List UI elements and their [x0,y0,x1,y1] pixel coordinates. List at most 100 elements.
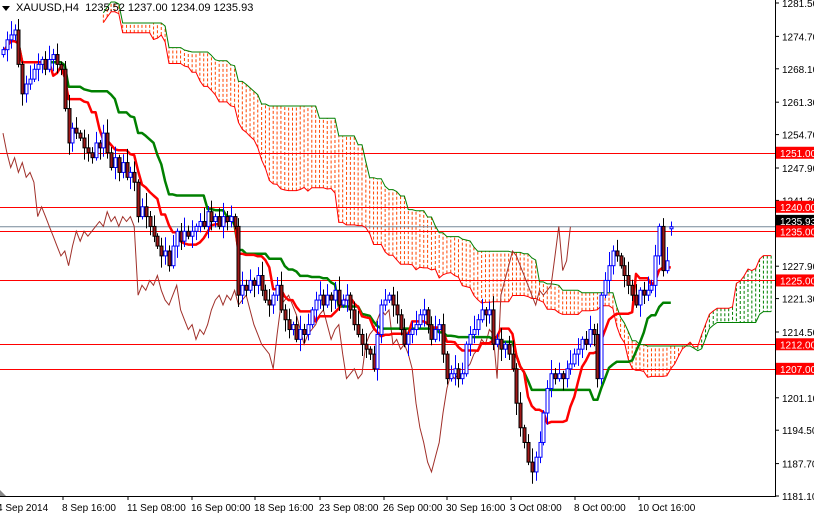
candle-body [514,368,519,404]
dropdown-triangle-icon[interactable] [2,5,10,11]
candle [136,179,141,223]
price-tick-label: 1194.50 [782,426,814,437]
candle-body [592,329,597,335]
chart-title: XAUUSD,H4 1235.52 1237.00 1234.09 1235.9… [2,2,253,14]
candle-body [352,309,357,326]
candle-body [414,324,419,331]
candle-body [109,152,114,168]
candle-body [615,250,620,257]
candle-body [375,333,380,370]
candle-body [534,456,539,473]
candle-body [63,68,68,110]
candle-body [198,221,203,227]
candle-body [128,171,133,178]
candle-body [148,216,153,227]
candle-body [480,309,485,321]
candle-body [113,157,118,168]
candle-body [28,78,33,85]
time-tick-label: 23 Sep 08:00 [319,503,379,514]
candle-body [634,294,639,306]
candle-body [665,260,670,272]
candle-body [248,279,253,291]
candle-body [399,314,404,331]
candle-body [526,441,531,463]
candle-body [182,230,187,242]
candle-body [244,284,249,291]
candle-body [329,294,334,301]
candle-body [568,363,573,370]
candle-body [51,54,56,60]
candle-body [240,284,245,296]
candle [599,292,604,385]
time-tick-label: 11 Sep 08:00 [127,503,186,514]
candle-body [522,427,527,443]
candle-body [576,348,581,355]
candle-body [36,63,41,70]
candle-body [626,275,631,286]
candle-body [341,299,346,306]
candle-body [306,324,311,335]
time-tick-label: 10 Oct 16:00 [638,503,696,514]
candle-body [287,319,292,331]
candle-body [391,294,396,306]
candle-body [549,373,554,389]
candle-body [5,39,10,51]
candle-body [518,402,523,429]
level-price-label: 1240.00 [776,200,814,214]
candle-body [661,225,666,272]
candle-body [383,299,388,306]
candle-body [86,147,91,154]
price-tick-label: 1261.30 [782,98,814,109]
candle-body [152,225,157,237]
candle-body [530,461,535,473]
price-tick-label: 1187.70 [782,460,814,471]
candle-body [16,29,21,65]
level-price-label-text: 1235.00 [780,227,814,238]
candle-body [225,216,230,223]
candle-body [584,338,589,345]
candle-body [348,294,353,311]
candle-body [171,245,176,267]
time-tick-label: 26 Sep 00:00 [383,503,443,514]
candle-body [545,387,550,414]
candle-body [167,250,172,267]
candle-body [669,226,674,230]
candle-body [271,294,276,306]
candle-body [1,49,6,56]
time-tick-label: 30 Sep 16:00 [446,503,506,514]
candle-body [43,58,48,70]
candle-body [360,333,365,345]
candle-body [460,373,465,380]
candle-body [24,83,29,95]
candle-body [221,216,226,227]
price-chart[interactable]: 1281.50 1274.70 1268.10 1261.30 1254.70 1247.… [0,0,814,516]
level-price-label: 1251.00 [776,146,814,160]
price-tick-label: 1274.70 [782,32,814,43]
candle-body [144,206,149,218]
candle-body [437,324,442,331]
candle-body [263,289,268,301]
price-tick-label: 1268.10 [782,65,814,76]
candle-body [429,324,434,340]
candle-body [418,314,423,326]
level-price-label: 1225.00 [776,274,814,287]
candle-body [649,284,654,291]
level-price-label: 1235.00 [776,225,814,238]
candle-body [9,34,14,41]
candle-body [233,216,238,227]
candle-body [599,294,604,380]
candle-body [140,206,145,218]
level-price-label-text: 1240.00 [780,203,814,214]
candle-body [356,324,361,335]
candle-body [572,353,577,365]
candle-body [588,329,593,345]
candle-body [541,412,546,443]
candle-body [283,309,288,321]
candle-body [456,368,461,380]
candle-body [194,225,199,232]
candle-body [90,152,95,159]
price-tick-label: 1214.50 [782,328,814,339]
candle-body [503,343,508,350]
candle-body [507,343,512,355]
candle-body [433,329,438,340]
